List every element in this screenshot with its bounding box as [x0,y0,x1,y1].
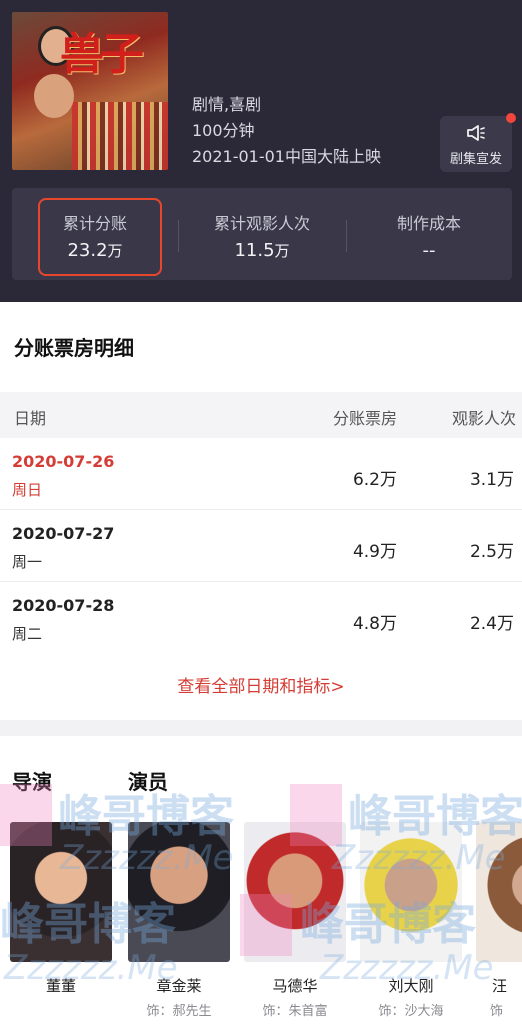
header-revenue[interactable]: 分账票房 [333,405,397,429]
movie-genre: 剧情,喜剧 [192,95,262,114]
stat-admissions-label: 累计观影人次 [213,214,310,233]
notification-dot [506,113,516,123]
movie-header: 兽子 剧情,喜剧 100分钟 2021-01-01中国大陆上映 剧集宣发 累计分… [0,0,522,302]
row-date: 2020-07-27 [12,524,115,543]
cast-role: 饰 [490,1004,504,1019]
actor-heading: 演员 [128,770,168,794]
watermark-logo [290,784,342,846]
cast-role: 饰：朱首富 [262,1004,328,1019]
row-admissions: 3.1万 [469,470,514,490]
row-admissions: 2.4万 [469,614,514,634]
row-admissions: 2.5万 [469,542,514,562]
cast-name: 章金莱 [156,977,202,995]
cast-card[interactable]: 汪 饰 [476,822,522,1019]
movie-release: 2021-01-01中国大陆上映 [192,147,381,166]
cast-name: 刘大刚 [388,977,434,995]
poster-title: 兽子 [60,29,144,80]
stat-cost-label: 制作成本 [396,214,461,233]
row-weekday: 周日 [12,481,43,499]
row-revenue: 6.2万 [352,470,397,490]
cast-section: 导演 演员 董董 章金莱 饰：郝先生 马德华 饰：朱首富 刘大刚 饰：沙大海 汪… [0,736,522,1024]
highlight-annotation [38,198,162,276]
movie-duration: 100分钟 [192,121,255,140]
movie-poster[interactable]: 兽子 [12,12,168,170]
cast-name: 汪 [492,977,508,995]
table-row[interactable]: 2020-07-26 周日 6.2万 3.1万 [0,438,522,510]
row-revenue: 4.9万 [352,542,397,562]
cast-role: 饰：郝先生 [146,1004,212,1019]
movie-meta: 剧情,喜剧 100分钟 2021-01-01中国大陆上映 [192,92,381,170]
watermark-logo [240,894,292,956]
stat-cost[interactable]: 制作成本 -- [346,188,512,280]
stat-admissions[interactable]: 累计观影人次 11.5万 [178,188,346,280]
row-date: 2020-07-26 [12,452,115,471]
cast-role: 饰：沙大海 [378,1004,444,1019]
watermark-logo [0,784,52,846]
promo-button[interactable]: 剧集宣发 [440,116,512,172]
poster-books-decor [72,102,168,170]
cast-photo [128,822,230,962]
stat-cost-value: -- [422,240,436,261]
row-weekday: 周二 [12,625,43,643]
cast-card[interactable]: 章金莱 饰：郝先生 [128,822,230,1019]
table-row[interactable]: 2020-07-28 周二 4.8万 2.4万 [0,582,522,654]
promo-label: 剧集宣发 [449,152,502,167]
detail-title-section: 分账票房明细 [0,302,522,392]
megaphone-icon [440,124,512,144]
table-row[interactable]: 2020-07-27 周一 4.9万 2.5万 [0,510,522,582]
row-revenue: 4.8万 [352,614,397,634]
view-all-link[interactable]: 查看全部日期和指标> [0,672,522,697]
cast-card[interactable]: 刘大刚 饰：沙大海 [360,822,462,1019]
section-title: 分账票房明细 [14,336,134,360]
header-date: 日期 [14,409,47,428]
table-body: 2020-07-26 周日 6.2万 3.1万 2020-07-27 周一 4.… [0,438,522,720]
row-weekday: 周一 [12,553,43,571]
table-header: 日期 分账票房 观影人次 [0,392,522,438]
cast-photo [360,822,462,962]
header-admissions[interactable]: 观影人次 [452,405,516,429]
cast-name: 董董 [45,977,76,995]
row-date: 2020-07-28 [12,596,115,615]
cast-photo [476,822,522,962]
cast-card[interactable]: 董董 [10,822,112,1000]
cast-name: 马德华 [272,977,318,995]
stat-admissions-value: 11.5万 [234,240,290,261]
